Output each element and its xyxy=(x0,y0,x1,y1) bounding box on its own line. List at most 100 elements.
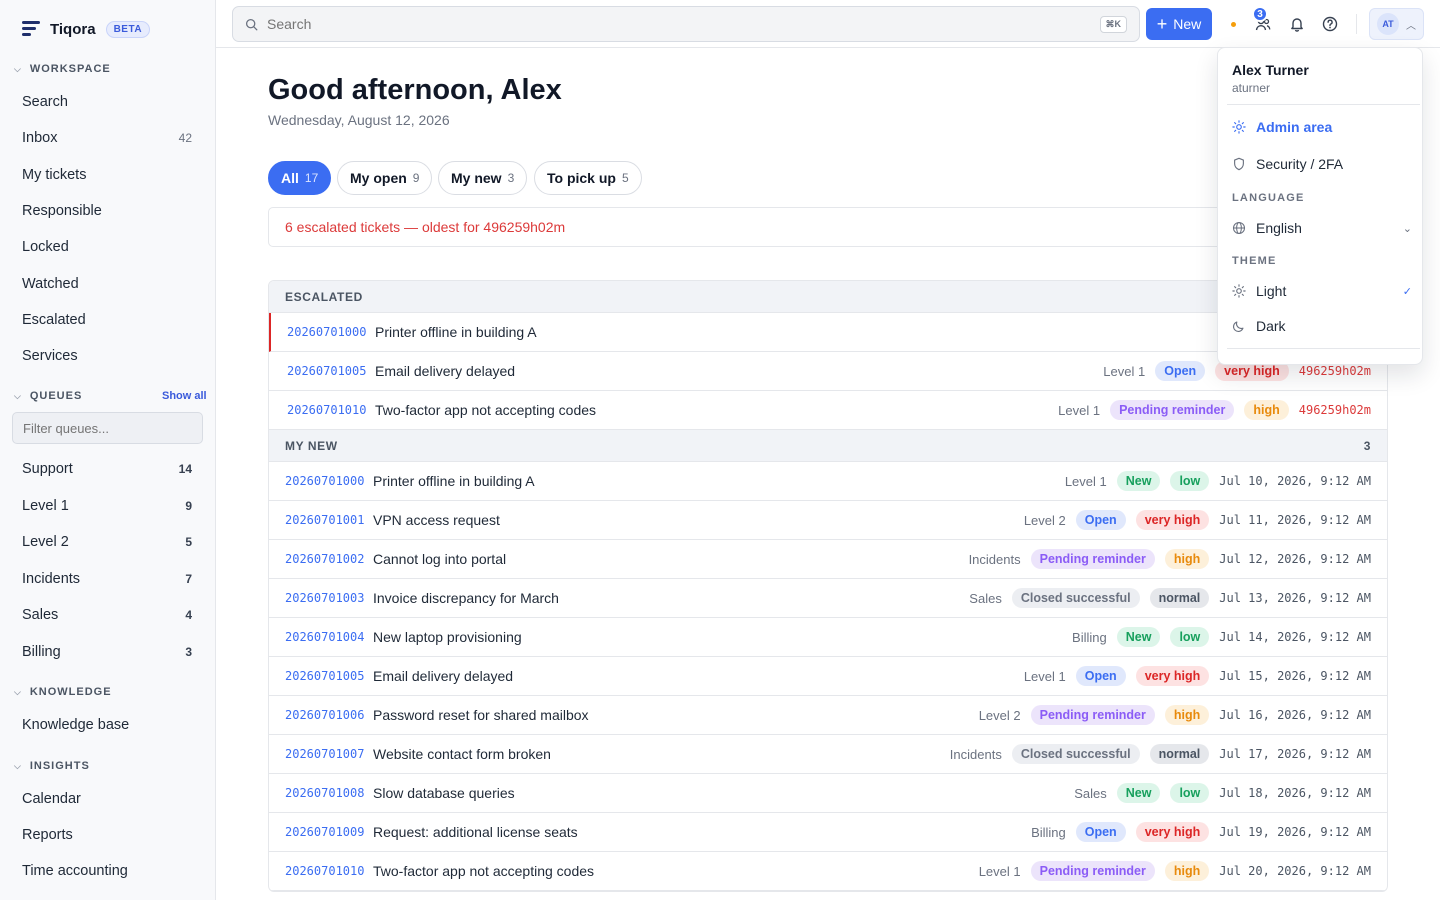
ticket-title[interactable]: VPN access request xyxy=(373,512,1024,528)
ticket-title[interactable]: Email delivery delayed xyxy=(375,363,1103,379)
show-all-queues-link[interactable]: Show all xyxy=(162,390,207,402)
table-row[interactable]: 20260701001 VPN access request Level 2 Open… xyxy=(269,501,1387,540)
global-search[interactable]: ⌘K xyxy=(232,6,1140,42)
group-count: 3 xyxy=(1363,438,1371,453)
section-workspace[interactable]: ⌵ WORKSPACE xyxy=(14,63,111,75)
priority-badge: very high xyxy=(1135,666,1210,686)
ticket-title[interactable]: Password reset for shared mailbox xyxy=(373,707,979,723)
help-icon[interactable] xyxy=(1319,13,1341,35)
ticket-id[interactable]: 20260701008 xyxy=(285,786,373,800)
sidebar-item-escalated[interactable]: Escalated xyxy=(22,309,192,331)
ticket-id[interactable]: 20260701009 xyxy=(285,825,373,839)
admin-area-item[interactable]: Admin area xyxy=(1232,116,1412,138)
ticket-id[interactable]: 20260701000 xyxy=(285,474,373,488)
sidebar-item-my-tickets[interactable]: My tickets xyxy=(22,164,192,186)
ticket-id[interactable]: 20260701003 xyxy=(285,591,373,605)
ticket-id[interactable]: 20260701002 xyxy=(285,552,373,566)
table-row[interactable]: 20260701007 Website contact form broken In… xyxy=(269,735,1387,774)
language-value: English xyxy=(1256,220,1302,236)
ticket-title[interactable]: Printer offline in building A xyxy=(373,473,1065,489)
user-menu-button[interactable]: AT ︿ xyxy=(1369,8,1424,40)
ticket-group: Level 1 xyxy=(978,863,1021,879)
filter-my-new[interactable]: My new 3 xyxy=(438,161,528,195)
table-row[interactable]: 20260701008 Slow database queries Sales New… xyxy=(269,774,1387,813)
ticket-title[interactable]: Printer offline in building A xyxy=(375,324,1275,340)
app-logo[interactable]: Tiqora BETA xyxy=(22,17,151,41)
sidebar-item-label: Services xyxy=(22,348,78,364)
ticket-id[interactable]: 20260701006 xyxy=(285,708,373,722)
ticket-id[interactable]: 20260701005 xyxy=(287,364,375,378)
ticket-title[interactable]: Email delivery delayed xyxy=(373,668,1024,684)
table-row[interactable]: 20260701004 New laptop provisioning Billin… xyxy=(269,618,1387,657)
table-row[interactable]: 20260701006 Password reset for shared mai… xyxy=(269,696,1387,735)
ticket-title[interactable]: Two-factor app not accepting codes xyxy=(375,402,1058,418)
ticket-id[interactable]: 20260701010 xyxy=(287,403,375,417)
sidebar-item-sales[interactable]: Sales 4 xyxy=(22,604,192,626)
ticket-id[interactable]: 20260701010 xyxy=(285,864,373,878)
priority-badge: high xyxy=(1164,861,1210,881)
ticket-title[interactable]: Slow database queries xyxy=(373,785,1074,801)
table-row[interactable]: 20260701009 Request: additional license s… xyxy=(269,813,1387,852)
sidebar-item-watched[interactable]: Watched xyxy=(22,273,192,295)
section-insights[interactable]: ⌵ INSIGHTS xyxy=(14,760,90,772)
plus-icon: + xyxy=(1156,14,1168,34)
search-input[interactable] xyxy=(267,16,1100,32)
table-row[interactable]: 20260701002 Cannot log into portal Inciden… xyxy=(269,540,1387,579)
ticket-id[interactable]: 20260701007 xyxy=(285,747,373,761)
avatar: AT xyxy=(1377,13,1399,35)
sidebar-item-search[interactable]: Search xyxy=(22,91,192,113)
theme-light-option[interactable]: Light ✓ xyxy=(1232,280,1412,302)
ticket-title[interactable]: Two-factor app not accepting codes xyxy=(373,863,979,879)
sidebar-item-level-2[interactable]: Level 2 5 xyxy=(22,531,192,553)
sidebar-item-time-accounting[interactable]: Time accounting xyxy=(22,860,192,882)
chevron-down-icon: ⌵ xyxy=(14,390,22,401)
search-icon xyxy=(245,18,258,30)
ticket-id[interactable]: 20260701004 xyxy=(285,630,373,644)
theme-dark-option[interactable]: Dark xyxy=(1232,315,1412,337)
sidebar-item-services[interactable]: Services xyxy=(22,345,192,367)
chevron-down-icon: ⌵ xyxy=(14,63,22,74)
queue-count: 9 xyxy=(185,499,192,513)
chevron-down-icon: ⌵ xyxy=(14,686,22,697)
ticket-meta: Level 2 Open very high Jul 11, 2026, 9:12 A… xyxy=(1024,510,1371,530)
security-2fa-item[interactable]: Security / 2FA xyxy=(1232,153,1412,175)
table-row[interactable]: 20260701005 Email delivery delayed Level 1… xyxy=(269,657,1387,696)
ticket-title[interactable]: New laptop provisioning xyxy=(373,629,1072,645)
language-select[interactable]: English ⌄ xyxy=(1232,217,1412,239)
sidebar-item-label: Calendar xyxy=(22,791,81,807)
queue-filter-input[interactable] xyxy=(12,412,203,444)
divider xyxy=(1227,104,1420,105)
new-ticket-button[interactable]: + New xyxy=(1146,8,1212,40)
ticket-id[interactable]: 20260701000 xyxy=(287,325,375,339)
ticket-title[interactable]: Cannot log into portal xyxy=(373,551,969,567)
sidebar-item-level-1[interactable]: Level 1 9 xyxy=(22,495,192,517)
sidebar-item-label: Reports xyxy=(22,827,73,843)
sidebar-item-calendar[interactable]: Calendar xyxy=(22,788,192,810)
sun-icon xyxy=(1232,284,1246,298)
sidebar-item-knowledge-base[interactable]: Knowledge base xyxy=(22,714,192,736)
table-row[interactable]: 20260701010 Two-factor app not accepting … xyxy=(269,391,1387,430)
globe-icon xyxy=(1232,221,1246,235)
filter-to-pick-up[interactable]: To pick up 5 xyxy=(534,161,642,195)
sidebar-item-locked[interactable]: Locked xyxy=(22,236,192,258)
ticket-id[interactable]: 20260701001 xyxy=(285,513,373,527)
table-row[interactable]: 20260701003 Invoice discrepancy for March… xyxy=(269,579,1387,618)
sidebar-item-support[interactable]: Support 14 xyxy=(22,458,192,480)
ticket-title[interactable]: Request: additional license seats xyxy=(373,824,1031,840)
table-row[interactable]: 20260701000 Printer offline in building A… xyxy=(269,462,1387,501)
filter-all[interactable]: All 17 xyxy=(268,161,332,195)
ticket-title[interactable]: Invoice discrepancy for March xyxy=(373,590,969,606)
section-knowledge[interactable]: ⌵ KNOWLEDGE xyxy=(14,686,112,698)
ticket-id[interactable]: 20260701005 xyxy=(285,669,373,683)
bell-icon[interactable] xyxy=(1286,13,1308,35)
filter-my-open[interactable]: My open 9 xyxy=(337,161,433,195)
section-queues[interactable]: ⌵ QUEUES xyxy=(14,390,82,402)
sidebar-item-incidents[interactable]: Incidents 7 xyxy=(22,568,192,590)
sidebar-item-billing[interactable]: Billing 3 xyxy=(22,641,192,663)
sidebar-item-reports[interactable]: Reports xyxy=(22,824,192,846)
sidebar-item-inbox[interactable]: Inbox 42 xyxy=(22,127,192,149)
ticket-title[interactable]: Website contact form broken xyxy=(373,746,950,762)
sidebar-item-responsible[interactable]: Responsible xyxy=(22,200,192,222)
table-row[interactable]: 20260701010 Two-factor app not accepting … xyxy=(269,852,1387,891)
user-name: Alex Turner xyxy=(1232,62,1309,78)
